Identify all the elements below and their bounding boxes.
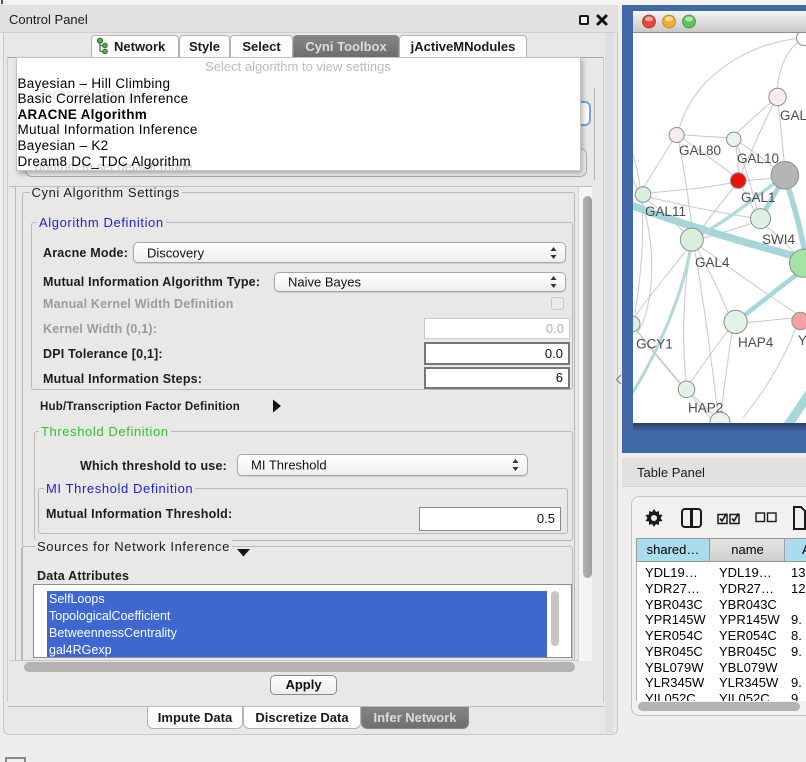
svg-text:GAL11: GAL11 <box>645 204 686 219</box>
svg-text:GAL80: GAL80 <box>679 143 721 158</box>
svg-text:GAL4: GAL4 <box>695 255 730 270</box>
svg-text:SWI4: SWI4 <box>762 232 795 247</box>
svg-text:Y: Y <box>798 333 806 348</box>
svg-text:HAP4: HAP4 <box>738 335 774 350</box>
svg-text:HAP2: HAP2 <box>688 401 723 416</box>
svg-text:GCY1: GCY1 <box>636 337 673 352</box>
svg-text:GAL10: GAL10 <box>737 151 779 166</box>
svg-text:GAL1: GAL1 <box>741 190 776 205</box>
svg-text:GAL: GAL <box>780 108 806 123</box>
